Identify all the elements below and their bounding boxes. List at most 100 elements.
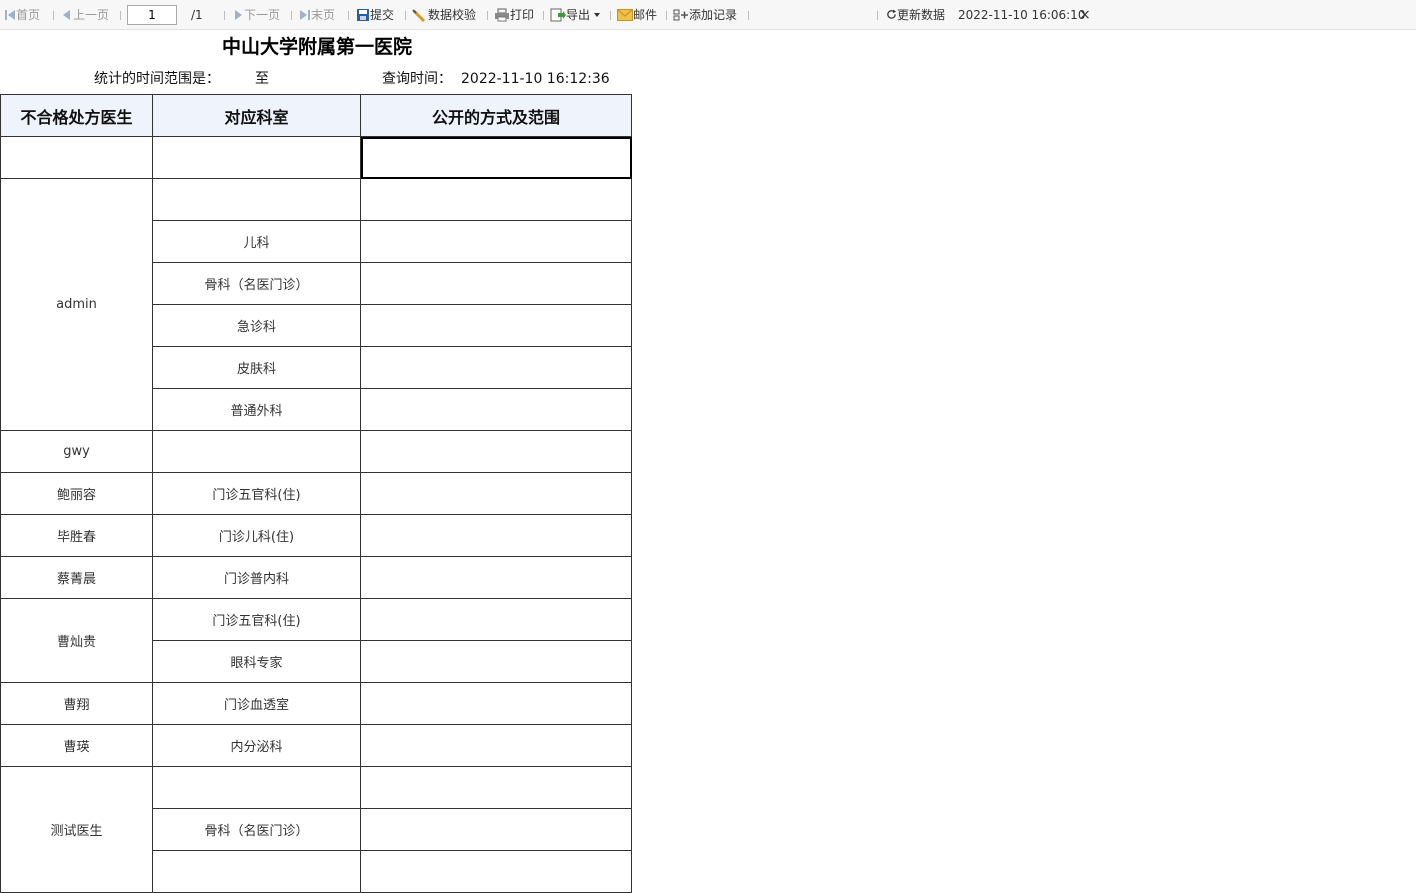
add-record-label: 添加记录: [689, 8, 738, 22]
doctor-cell[interactable]: 毕胜春: [0, 514, 153, 557]
table-header-row: 不合格处方医生 对应科室 公开的方式及范围: [0, 94, 632, 137]
refresh-data-button[interactable]: 更新数据: [886, 0, 945, 30]
pencil-check-icon: [412, 8, 426, 22]
disclosure-input-cell[interactable]: [360, 598, 632, 641]
disclosure-input-cell[interactable]: [360, 640, 632, 683]
toolbar-divider: [291, 11, 292, 20]
last-page-label: 末页: [311, 8, 336, 22]
disclosure-input-cell[interactable]: [360, 178, 632, 221]
disclosure-input-cell[interactable]: [360, 514, 632, 557]
department-cell[interactable]: 骨科（名医门诊）: [152, 808, 361, 851]
refresh-time: 2022-11-10 16:06:10: [958, 8, 1086, 22]
disclosure-input-cell[interactable]: [360, 766, 632, 809]
disclosure-input-cell[interactable]: [360, 136, 632, 179]
doctor-cell[interactable]: 曹灿贵: [0, 598, 153, 683]
header-doctor: 不合格处方医生: [0, 94, 153, 137]
time-range-to: 至: [255, 71, 269, 87]
refresh-label: 更新数据: [897, 8, 946, 22]
department-cell[interactable]: 门诊儿科(住): [152, 514, 361, 557]
toolbar-divider: [487, 11, 488, 20]
doctor-cell[interactable]: 曹翔: [0, 682, 153, 725]
first-page-icon: [5, 9, 15, 20]
disclosure-input-cell[interactable]: [360, 850, 632, 893]
submit-label: 提交: [370, 8, 395, 22]
department-cell[interactable]: [152, 178, 361, 221]
toolbar-divider: [348, 11, 349, 20]
page-total: /1: [191, 8, 203, 22]
table-row: 测试医生: [0, 766, 632, 893]
toolbar-divider: [666, 11, 667, 20]
mail-label: 邮件: [633, 8, 658, 22]
export-icon: [550, 8, 566, 21]
disclosure-input-cell[interactable]: [360, 304, 632, 347]
department-cell[interactable]: [152, 850, 361, 893]
add-record-button[interactable]: 添加记录: [673, 0, 737, 30]
toolbar-divider: [405, 11, 406, 20]
close-icon[interactable]: ×: [1079, 0, 1091, 30]
disclosure-input-cell[interactable]: [360, 430, 632, 473]
query-time-label: 查询时间：: [382, 71, 452, 87]
disclosure-input-cell[interactable]: [360, 472, 632, 515]
department-cell[interactable]: 急诊科: [152, 304, 361, 347]
next-page-button[interactable]: 下一页: [232, 0, 280, 30]
disclosure-input-cell[interactable]: [360, 220, 632, 263]
department-cell[interactable]: 门诊五官科(住): [152, 598, 361, 641]
page-number-input[interactable]: [127, 5, 177, 25]
toolbar-divider: [610, 11, 611, 20]
export-label: 导出: [566, 8, 591, 22]
refresh-icon: [887, 9, 897, 19]
doctor-cell[interactable]: 蔡菁晨: [0, 556, 153, 599]
department-cell[interactable]: 普通外科: [152, 388, 361, 431]
disclosure-input-cell[interactable]: [360, 556, 632, 599]
disclosure-input-cell[interactable]: [360, 262, 632, 305]
disclosure-input-cell[interactable]: [360, 346, 632, 389]
first-page-label: 首页: [16, 8, 41, 22]
prev-page-icon: [63, 9, 70, 20]
department-cell[interactable]: [152, 136, 361, 179]
doctor-cell[interactable]: admin: [0, 178, 153, 431]
department-cell[interactable]: 皮肤科: [152, 346, 361, 389]
print-button[interactable]: 打印: [494, 0, 534, 30]
doctor-cell[interactable]: gwy: [0, 430, 153, 473]
department-cell[interactable]: 门诊普内科: [152, 556, 361, 599]
validate-button[interactable]: 数据校验: [412, 0, 476, 30]
doctor-cell[interactable]: 测试医生: [0, 766, 153, 893]
department-cell[interactable]: 门诊五官科(住): [152, 472, 361, 515]
validate-label: 数据校验: [428, 8, 477, 22]
department-cell[interactable]: [152, 766, 361, 809]
toolbar-divider: [53, 11, 54, 20]
export-button[interactable]: 导出: [550, 0, 601, 30]
doctor-cell[interactable]: 曹瑛: [0, 724, 153, 767]
disclosure-input-cell[interactable]: [360, 808, 632, 851]
print-label: 打印: [510, 8, 535, 22]
disclosure-input-cell[interactable]: [360, 388, 632, 431]
toolbar-divider: [748, 11, 749, 20]
mail-icon: [617, 8, 633, 21]
add-row-icon: [673, 9, 688, 20]
doctor-cell[interactable]: [0, 136, 153, 179]
prev-page-button[interactable]: 上一页: [61, 0, 109, 30]
disclosure-input-cell[interactable]: [360, 724, 632, 767]
mail-button[interactable]: 邮件: [617, 0, 657, 30]
header-disclosure: 公开的方式及范围: [360, 94, 632, 137]
department-cell[interactable]: 内分泌科: [152, 724, 361, 767]
prev-page-label: 上一页: [73, 8, 110, 22]
time-range-label: 统计的时间范围是：: [94, 71, 220, 87]
department-cell[interactable]: 骨科（名医门诊）: [152, 262, 361, 305]
chevron-down-icon: [594, 12, 601, 17]
query-time-value: 2022-11-10 16:12:36: [461, 71, 610, 87]
prescription-report-table: 不合格处方医生 对应科室 公开的方式及范围 admin 儿科 骨科（名医门诊） 急诊科…: [0, 94, 632, 893]
submit-button[interactable]: 提交: [356, 0, 394, 30]
table-row: 曹翔 门诊血透室: [0, 682, 632, 725]
doctor-cell[interactable]: 鲍丽容: [0, 472, 153, 515]
department-cell[interactable]: 眼科专家: [152, 640, 361, 683]
disclosure-input-cell[interactable]: [360, 682, 632, 725]
toolbar-divider: [120, 11, 121, 20]
first-page-button[interactable]: 首页: [4, 0, 40, 30]
table-row: 蔡菁晨 门诊普内科: [0, 556, 632, 599]
department-cell[interactable]: [152, 430, 361, 473]
last-page-button[interactable]: 末页: [299, 0, 335, 30]
printer-icon: [495, 7, 509, 21]
department-cell[interactable]: 门诊血透室: [152, 682, 361, 725]
department-cell[interactable]: 儿科: [152, 220, 361, 263]
